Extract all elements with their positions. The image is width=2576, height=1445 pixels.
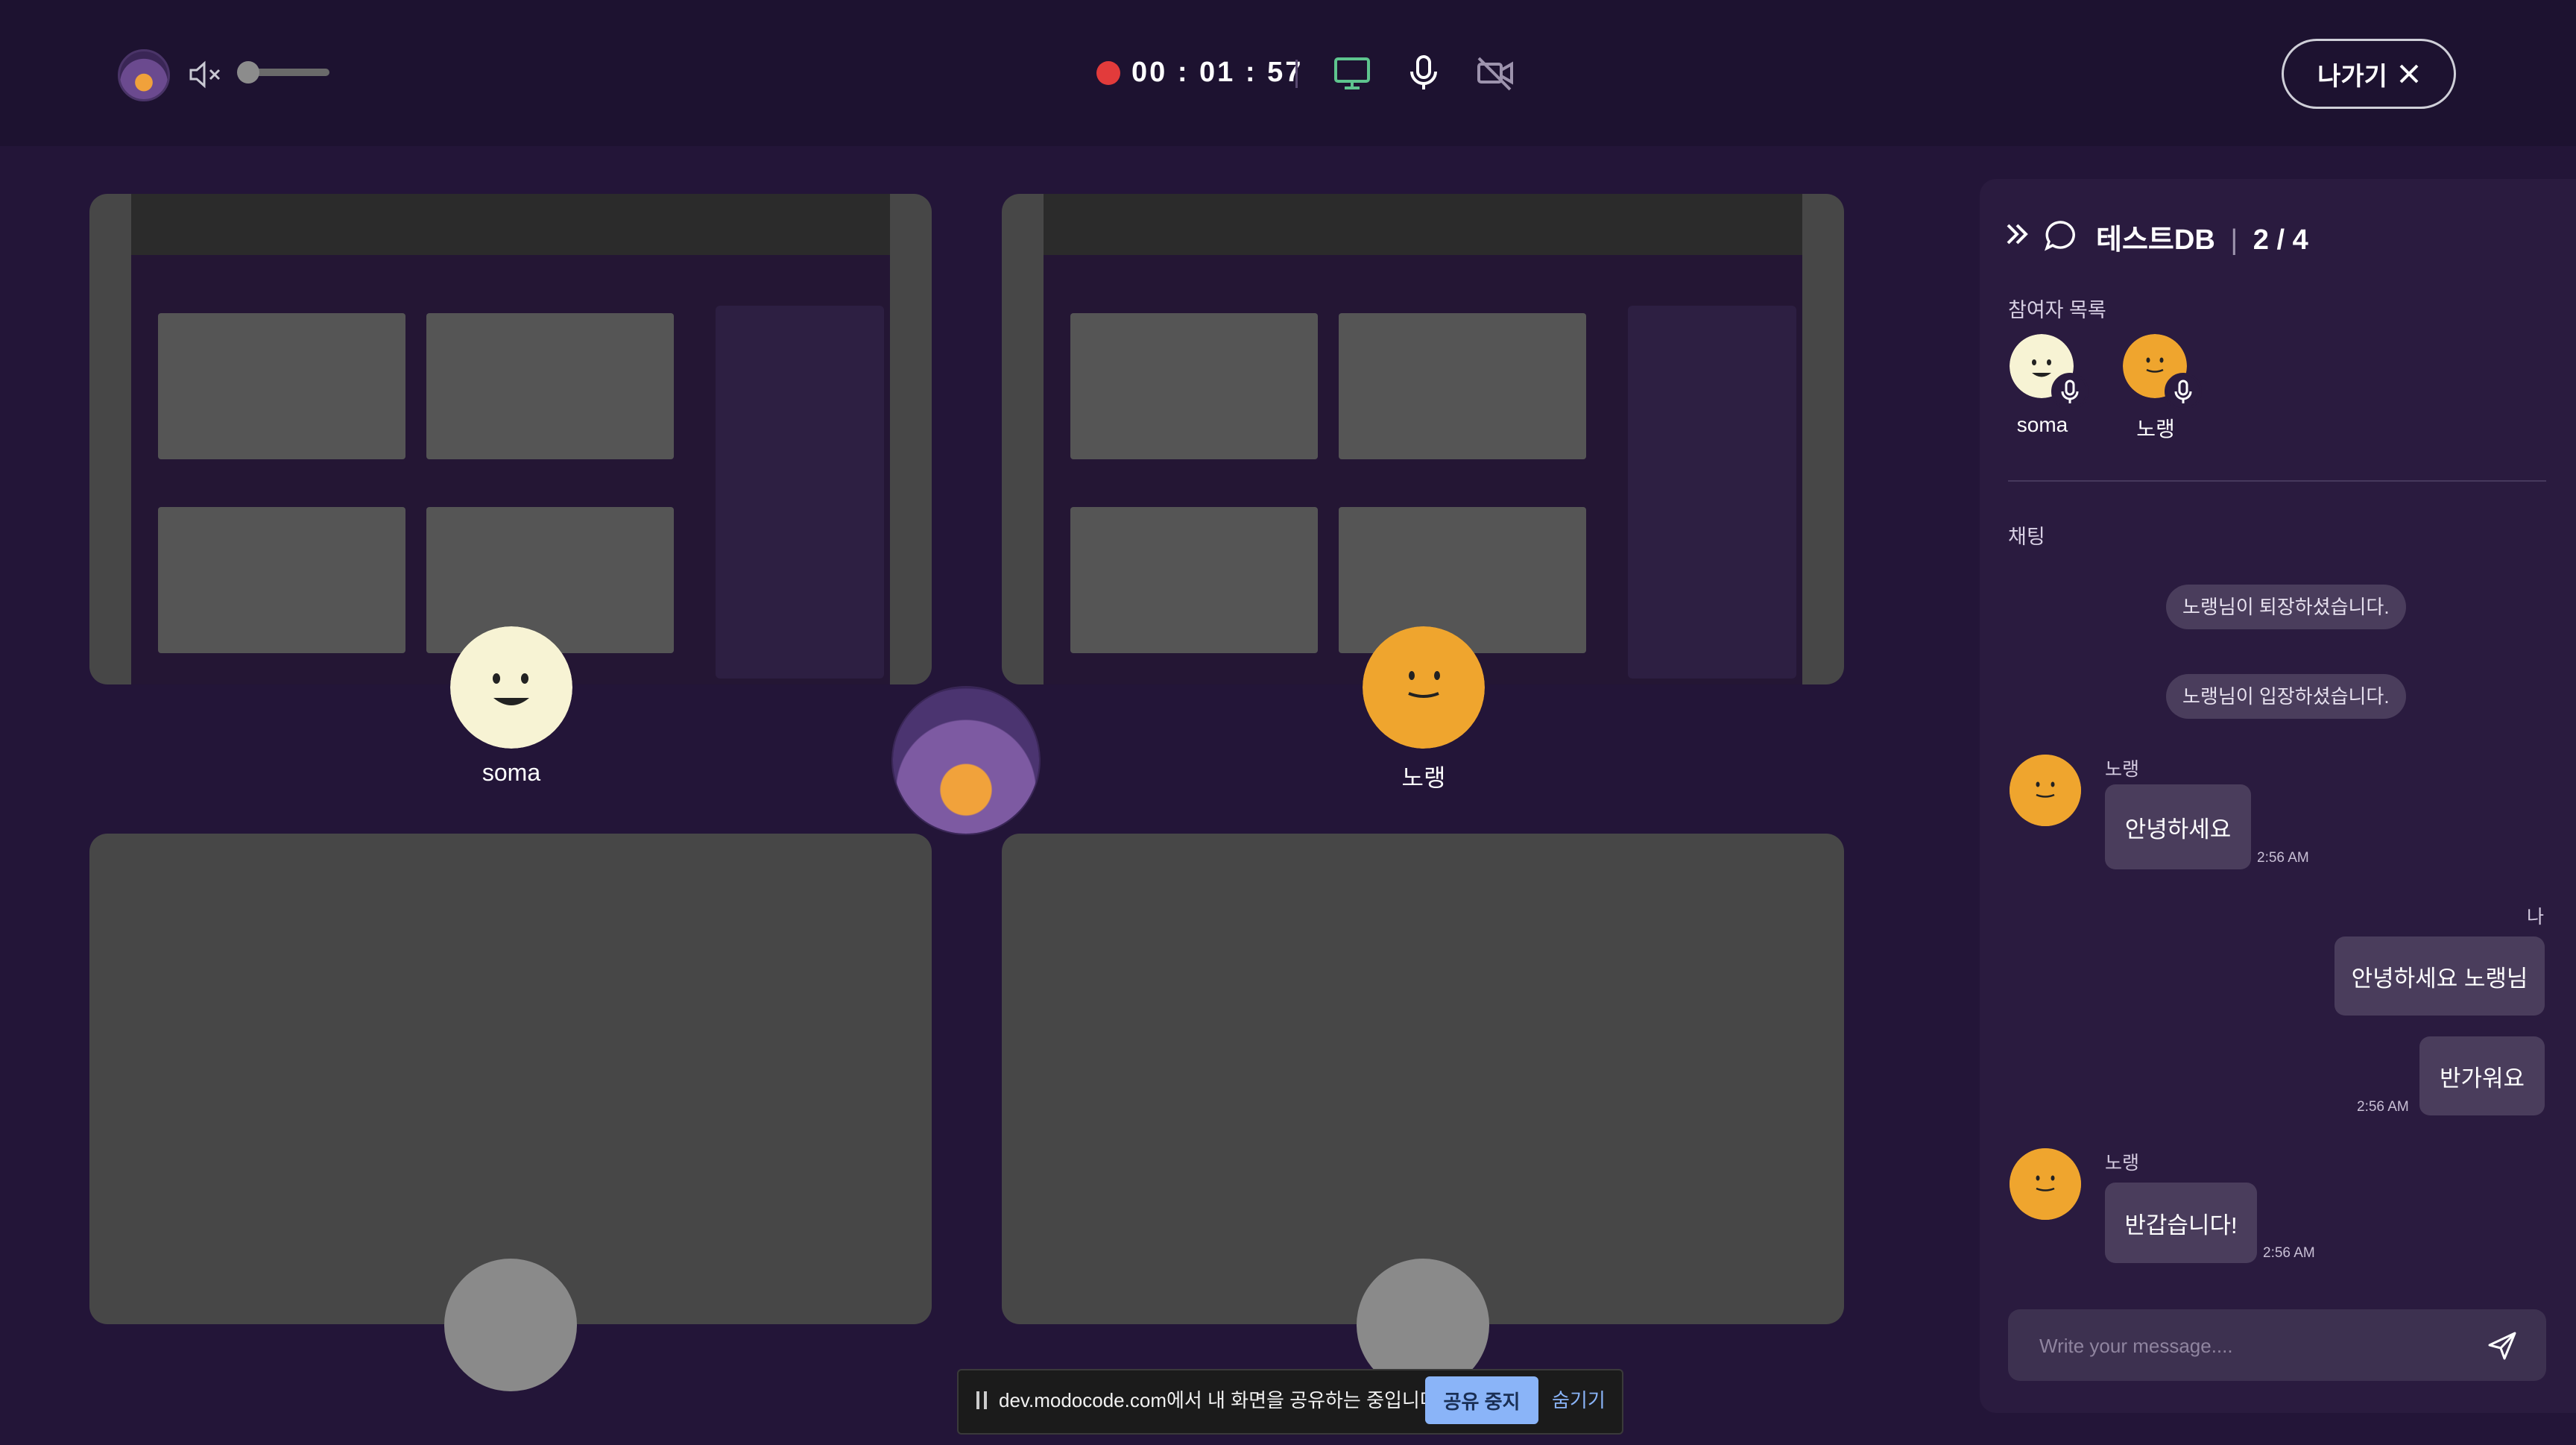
shared-screen-browser-bar	[131, 194, 890, 255]
message-bubble: 안녕하세요	[2105, 784, 2251, 869]
exit-button[interactable]: 나가기	[2282, 39, 2456, 109]
system-message: 노랭님이 입장하셨습니다.	[2166, 674, 2406, 719]
participant-name-noraeng: 노랭	[1401, 764, 1446, 791]
shared-screen	[1044, 194, 1802, 684]
video-tile-empty	[1002, 834, 1844, 1324]
message-sender: 노랭	[2105, 759, 2140, 780]
placeholder-avatar	[444, 1259, 577, 1391]
stop-sharing-button[interactable]: 공유 중지	[1425, 1376, 1538, 1424]
room-name: 테스트DB	[2096, 224, 2215, 256]
send-icon[interactable]	[2485, 1329, 2519, 1363]
noraeng-avatar	[1363, 626, 1485, 749]
message-time: 2:56 AM	[2257, 850, 2309, 866]
hide-notification-button[interactable]: 숨기기	[1552, 1370, 1606, 1430]
soma-avatar	[450, 626, 572, 749]
message-time: 2:56 AM	[2263, 1245, 2315, 1261]
message-sender: 노랭	[2105, 1153, 2140, 1174]
my-avatar[interactable]	[118, 49, 170, 101]
speaker-muted-icon[interactable]	[188, 60, 225, 89]
video-tile-empty	[89, 834, 932, 1324]
system-message: 노랭님이 퇴장하셨습니다.	[2166, 585, 2406, 629]
collapse-sidebar-icon[interactable]	[2004, 221, 2030, 248]
message-sender: 나	[2527, 907, 2545, 928]
chat-message-input[interactable]	[2038, 1309, 2458, 1382]
chat-bubble-icon	[2045, 221, 2075, 251]
shared-screen-browser-bar	[1044, 194, 1802, 255]
room-count: 2 / 4	[2253, 224, 2308, 256]
chat-avatar-noraeng	[2010, 755, 2081, 826]
exit-button-label: 나가기	[2317, 62, 2387, 91]
microphone-icon	[2051, 373, 2089, 410]
microphone-icon	[2165, 373, 2202, 410]
message-bubble: 반갑습니다!	[2105, 1183, 2257, 1263]
volume-slider-knob[interactable]	[237, 61, 259, 84]
message-bubble: 안녕하세요 노랭님	[2334, 936, 2545, 1016]
participant-list-name: soma	[2016, 413, 2068, 436]
recording-dot-icon	[1096, 61, 1120, 85]
divider	[1295, 60, 1298, 88]
participant-list-name: 노랭	[2136, 418, 2175, 441]
participants-label: 참여자 목록	[2008, 299, 2106, 321]
chat-label: 채팅	[2008, 526, 2045, 548]
message-bubble: 반가워요	[2419, 1036, 2545, 1115]
camera-off-icon[interactable]	[1474, 52, 1516, 94]
microphone-icon[interactable]	[1403, 52, 1445, 94]
room-title: 테스트DB | 2 / 4	[2096, 224, 2308, 256]
screen-share-notification: dev.modocode.com에서 내 화면을 공유하는 중입니다. 공유 중…	[957, 1369, 1623, 1435]
message-time: 2:56 AM	[2357, 1099, 2409, 1115]
chat-input-box[interactable]	[2008, 1309, 2546, 1382]
pause-icon	[976, 1391, 987, 1409]
shared-screen	[131, 194, 890, 684]
screen-share-icon[interactable]	[1331, 52, 1373, 94]
share-notification-text: dev.modocode.com에서 내 화면을 공유하는 중입니다.	[999, 1389, 1443, 1411]
sidebar-divider	[2008, 480, 2546, 482]
close-icon	[2399, 64, 2419, 84]
participant-name-soma: soma	[482, 759, 541, 786]
video-tile-soma	[89, 194, 932, 684]
chat-avatar-noraeng	[2010, 1148, 2081, 1220]
room-avatar	[893, 687, 1039, 834]
video-tile-noraeng	[1002, 194, 1844, 684]
call-timer: 00 : 01 : 57	[1131, 57, 1304, 88]
